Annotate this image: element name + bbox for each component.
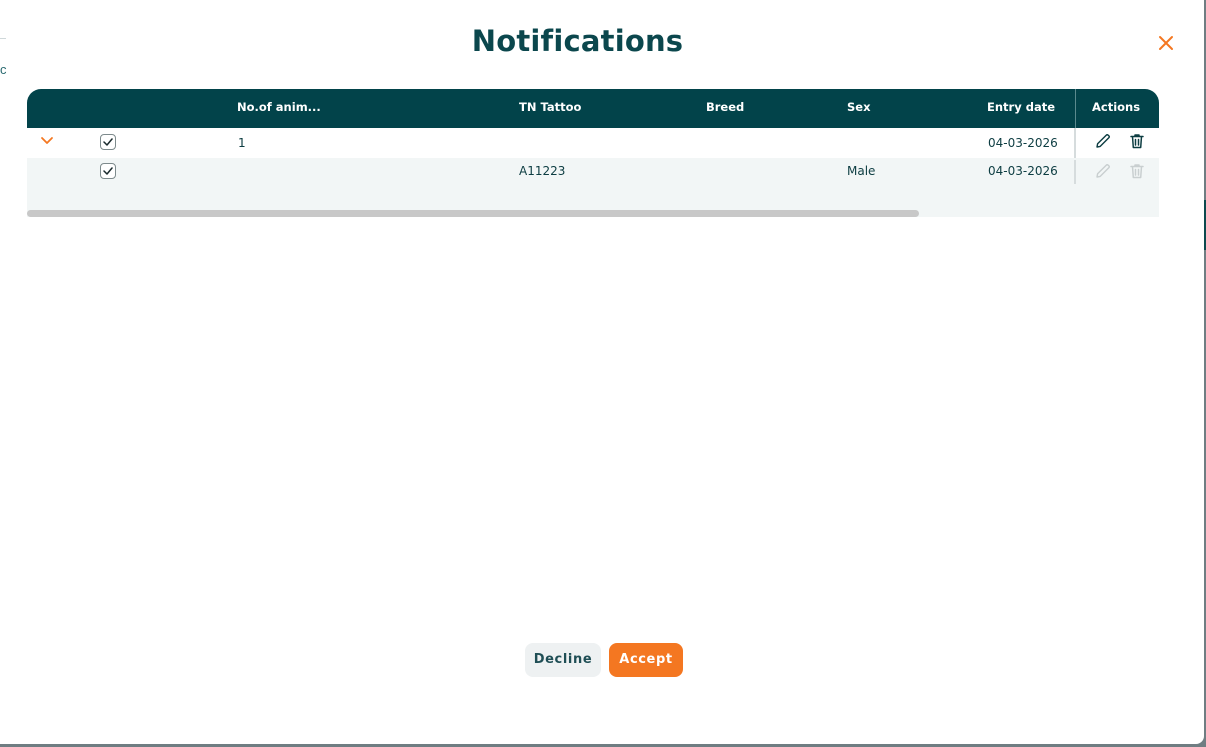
- delete-button-disabled: [1128, 162, 1146, 180]
- actions-cell-divider: [1074, 128, 1076, 158]
- table-row[interactable]: 1 04-03-2026: [27, 128, 1159, 158]
- cell-no-of-animals: 1: [238, 136, 246, 150]
- background-text-fragment: c: [0, 62, 7, 77]
- row-checkbox[interactable]: [100, 134, 116, 150]
- horizontal-scrollbar-thumb[interactable]: [27, 210, 919, 217]
- edit-button[interactable]: [1094, 132, 1112, 150]
- delete-button[interactable]: [1128, 132, 1146, 150]
- modal-title: Notifications: [471, 24, 684, 58]
- checkmark-icon: [103, 138, 113, 146]
- row-checkbox[interactable]: [100, 163, 116, 179]
- notifications-modal: c Notifications No.of anim... TN Tattoo …: [0, 0, 1204, 744]
- column-header-no-of-animals[interactable]: No.of anim...: [237, 89, 321, 128]
- chevron-down-icon[interactable]: [40, 136, 54, 146]
- close-button[interactable]: [1155, 32, 1177, 54]
- notifications-table: No.of anim... TN Tattoo Breed Sex Entry …: [27, 89, 1159, 217]
- actions-column-divider: [1075, 89, 1076, 128]
- checkmark-icon: [103, 167, 113, 175]
- column-header-sex[interactable]: Sex: [847, 89, 871, 128]
- column-header-entry-date[interactable]: Entry date: [987, 89, 1055, 128]
- trash-icon: [1130, 134, 1144, 149]
- table-header: No.of anim... TN Tattoo Breed Sex Entry …: [27, 89, 1159, 128]
- column-header-tn-tattoo[interactable]: TN Tattoo: [519, 89, 581, 128]
- cell-entry-date: 04-03-2026: [988, 136, 1058, 150]
- cell-tn-tattoo: A11223: [519, 164, 566, 178]
- column-header-actions: Actions: [1092, 100, 1141, 114]
- cell-entry-date: 04-03-2026: [988, 164, 1058, 178]
- pencil-icon: [1096, 164, 1110, 178]
- table-row[interactable]: A11223 Male 04-03-2026: [27, 158, 1159, 210]
- actions-cell-divider: [1074, 160, 1076, 184]
- trash-icon: [1130, 164, 1144, 179]
- pencil-icon: [1096, 134, 1110, 148]
- cell-sex: Male: [847, 164, 876, 178]
- close-icon: [1159, 36, 1173, 50]
- column-header-breed[interactable]: Breed: [706, 89, 744, 128]
- accept-button[interactable]: Accept: [609, 643, 683, 677]
- decline-button[interactable]: Decline: [525, 643, 601, 677]
- edit-button-disabled: [1094, 162, 1112, 180]
